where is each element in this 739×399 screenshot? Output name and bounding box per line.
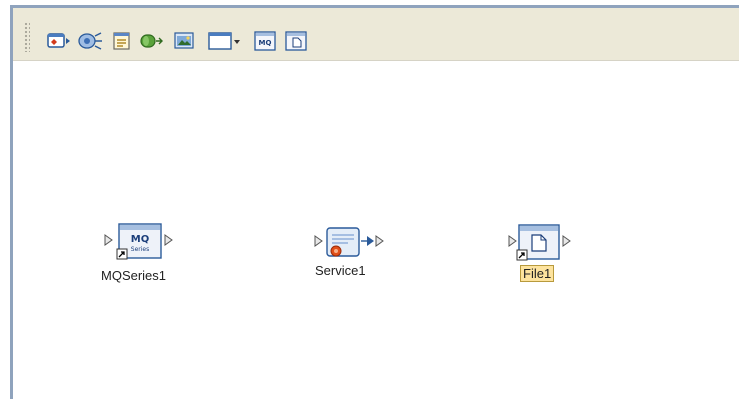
toolbar: MQ [13,8,739,61]
mqseries-component[interactable]: MQ Series [103,222,183,262]
window-dropdown-tool-button[interactable] [207,30,241,52]
service-component[interactable] [313,226,393,262]
web-service-icon [78,32,102,50]
mqseries-component-text: MQ [131,234,149,245]
file-tool-button[interactable] [284,30,308,52]
service-component-label[interactable]: Service1 [315,263,366,278]
file-component[interactable] [507,223,587,263]
file-icon [285,31,307,51]
mqseries-tool-button[interactable]: MQ [253,30,277,52]
mqseries-icon: MQ [254,31,276,51]
mqseries-component-subtext: Series [131,246,149,253]
toolbar-grip[interactable] [24,22,30,52]
web-service-tool-button[interactable] [77,30,105,52]
image-tool-button[interactable] [173,30,195,52]
external-application-tool-button[interactable] [46,30,72,52]
file-component-label[interactable]: File1 [520,265,555,282]
collaboration-tool-button[interactable] [139,30,163,52]
file-component-icon [508,224,571,261]
mqseries-component-label[interactable]: MQSeries1 [101,268,166,283]
mqseries-tool-text: MQ [259,39,272,47]
collaboration-icon [140,34,163,48]
service-component-icon [314,227,384,257]
business-process-icon [113,32,130,50]
mqseries-component-icon: MQ Series [104,223,173,260]
window-dropdown-icon [208,32,240,50]
image-icon [174,32,194,49]
business-process-tool-button[interactable] [111,30,133,52]
external-application-icon [47,33,70,48]
